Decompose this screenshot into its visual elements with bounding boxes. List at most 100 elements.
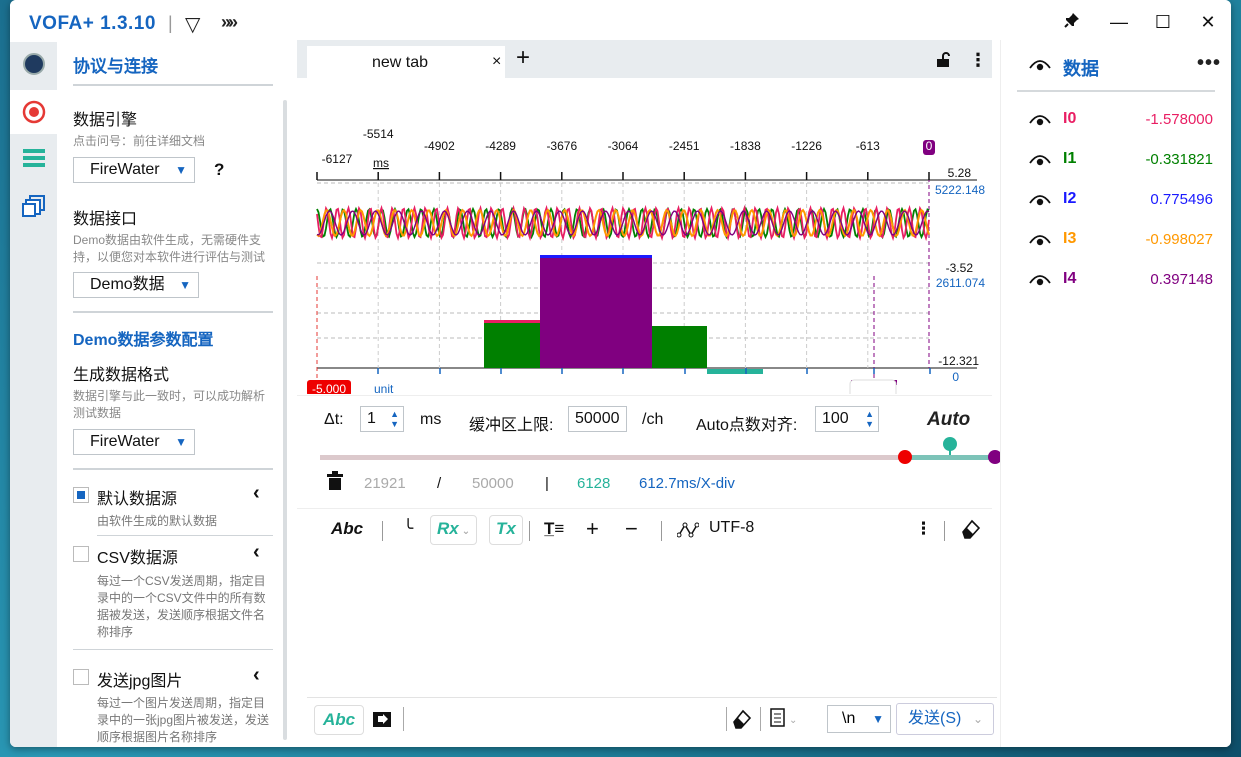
dt-spinbox[interactable]: 1 ▲ ▼ — [360, 406, 404, 432]
text-format-icon[interactable]: T̲≡ — [544, 519, 564, 539]
top-tick-label: -4902 — [424, 139, 455, 153]
source-jpg-checkbox[interactable] — [73, 669, 89, 685]
waveform-plot[interactable]: -6127 -5514 -4902 -4289 -3676 -3064 -2451 -1838… — [297, 78, 992, 394]
format-select-value: FireWater — [90, 433, 160, 450]
more-vertical-icon[interactable]: ⋮ — [915, 519, 932, 539]
bottom-max-badge — [849, 379, 897, 394]
title-bar: VOFA+ 1.3.10 | ▽ »» — ☐ ✕ — [10, 0, 1231, 42]
range-slider[interactable] — [317, 434, 1007, 468]
bottom-tick-label: 4.000 — [792, 393, 822, 394]
tab-close-icon[interactable]: × — [492, 53, 501, 71]
receive-text-area[interactable] — [297, 552, 992, 697]
eye-icon[interactable] — [1029, 58, 1051, 77]
channel-row-I2[interactable]: I2 0.775496 — [1017, 188, 1217, 212]
more-horizontal-icon[interactable]: ••• — [1197, 52, 1221, 75]
dt-unit: ms — [420, 411, 442, 428]
title-separator: | — [168, 13, 173, 33]
auto-mode-label[interactable]: Auto — [927, 409, 970, 431]
engine-label: 数据引擎 — [73, 112, 138, 129]
eraser-icon[interactable] — [959, 519, 981, 544]
add-tab-icon[interactable]: + — [516, 46, 530, 70]
top-axis-unit: ms — [373, 156, 389, 170]
minimize-icon[interactable]: — — [1107, 12, 1131, 33]
eye-icon[interactable] — [1029, 113, 1051, 132]
eye-icon[interactable] — [1029, 193, 1051, 212]
send-input[interactable] — [407, 702, 722, 736]
divider — [1017, 90, 1215, 92]
engine-select[interactable]: FireWater ▼ — [73, 157, 195, 183]
eye-icon[interactable] — [1029, 273, 1051, 292]
eye-icon[interactable] — [1029, 153, 1051, 172]
chevron-left-icon[interactable]: ‹ — [253, 541, 260, 564]
tab-bar: new tab × + ⋮ — [297, 40, 992, 78]
more-vertical-icon[interactable]: ⋮ — [969, 50, 987, 71]
tab-new-tab[interactable]: new tab × — [307, 46, 505, 78]
bar-min-label: -12.321 — [938, 354, 979, 368]
timestamp-hook-icon[interactable]: ╰ — [403, 519, 413, 539]
divider — [944, 521, 945, 541]
zoom-in-icon[interactable]: + — [586, 516, 599, 542]
send-abc-button[interactable]: Abc — [314, 705, 364, 735]
sidebar-item-commands[interactable] — [10, 136, 57, 180]
rx-dropdown-icon: ⌄ — [461, 526, 471, 537]
stat-slash: / — [437, 475, 442, 492]
spin-arrows-icon[interactable]: ▲ ▼ — [865, 409, 874, 429]
interface-select[interactable]: Demo数据 ▼ — [73, 272, 199, 298]
source-default-checkbox[interactable] — [73, 487, 89, 503]
send-history-icon[interactable]: ⌄ — [769, 708, 799, 733]
plot-canvas[interactable]: -6127 -5514 -4902 -4289 -3676 -3064 -2451 -1838… — [297, 78, 992, 394]
buffer-input[interactable]: 50000 — [568, 406, 627, 432]
rx-toggle-button[interactable]: Rx ⌄ — [430, 515, 478, 545]
auto-align-spinbox[interactable]: 100 ▲ ▼ — [815, 406, 879, 432]
sidebar-item-theme[interactable] — [10, 42, 57, 86]
abc-display-button[interactable]: Abc — [331, 519, 363, 539]
vofa-logo-icon[interactable]: ▽ — [185, 12, 200, 37]
encoding-label[interactable]: UTF-8 — [709, 519, 754, 537]
trash-icon[interactable] — [326, 471, 344, 496]
slider-left-handle[interactable] — [898, 450, 912, 464]
top-tick-label: -3064 — [608, 139, 639, 153]
eye-icon[interactable] — [1029, 233, 1051, 252]
interface-hint: Demo数据由软件生成，无需硬件支持，以便您对本软件进行评估与测试 — [73, 233, 266, 264]
expand-chevrons-icon[interactable]: »» — [221, 12, 238, 33]
file-send-icon[interactable] — [372, 710, 392, 733]
help-question-button[interactable]: ? — [214, 160, 224, 180]
protocol-title: 协议与连接 — [73, 57, 158, 76]
sidebar-item-windows[interactable] — [10, 184, 57, 228]
send-button[interactable]: 发送(S) ⌄ — [896, 703, 994, 735]
sidebar-item-connection[interactable] — [10, 90, 57, 134]
chevron-left-icon[interactable]: ‹ — [253, 482, 260, 505]
bar-zero-label: 0 — [952, 370, 959, 384]
clear-send-eraser-icon[interactable] — [730, 709, 752, 734]
waveform-node-icon[interactable] — [676, 521, 700, 544]
close-icon[interactable]: ✕ — [1196, 12, 1220, 33]
tx-toggle-button[interactable]: Tx — [489, 515, 523, 545]
newline-select[interactable]: \n ▼ — [827, 705, 891, 733]
source-csv-label: CSV数据源 — [97, 550, 178, 567]
format-select[interactable]: FireWater ▼ — [73, 429, 195, 455]
maximize-icon[interactable]: ☐ — [1151, 12, 1175, 33]
channel-row-I4[interactable]: I4 0.397148 — [1017, 268, 1217, 292]
bottom-tick-label: -5.000 — [312, 382, 346, 394]
buffer-total-count: 50000 — [472, 475, 514, 492]
protocol-panel: 协议与连接 数据引擎 点击问号：前往详细文档 FireWater ▼ ? 数据接… — [57, 42, 297, 747]
histogram-bar — [484, 323, 540, 368]
chevron-left-icon[interactable]: ‹ — [253, 664, 260, 687]
stacked-windows-icon — [21, 195, 45, 217]
divider — [73, 468, 273, 470]
unlock-icon[interactable] — [935, 52, 951, 73]
bottom-tick-label: 5.000 — [859, 393, 889, 394]
slider-mid-handle[interactable] — [943, 437, 957, 451]
zoom-out-icon[interactable]: − — [625, 516, 638, 542]
source-csv-checkbox[interactable] — [73, 546, 89, 562]
center-area: new tab × + ⋮ -6127 -5514 -4902 -4289 -3… — [297, 40, 1002, 747]
channel-row-I3[interactable]: I3 -0.998027 — [1017, 228, 1217, 252]
protocol-scrollbar[interactable] — [283, 100, 287, 740]
histogram-bar-cap — [540, 255, 652, 258]
divider — [73, 649, 273, 650]
pin-icon[interactable] — [1060, 12, 1084, 33]
spin-arrows-icon[interactable]: ▲ ▼ — [390, 409, 399, 429]
send-dropdown-icon[interactable]: ⌄ — [973, 704, 983, 734]
channel-row-I0[interactable]: I0 -1.578000 — [1017, 108, 1217, 132]
channel-row-I1[interactable]: I1 -0.331821 — [1017, 148, 1217, 172]
